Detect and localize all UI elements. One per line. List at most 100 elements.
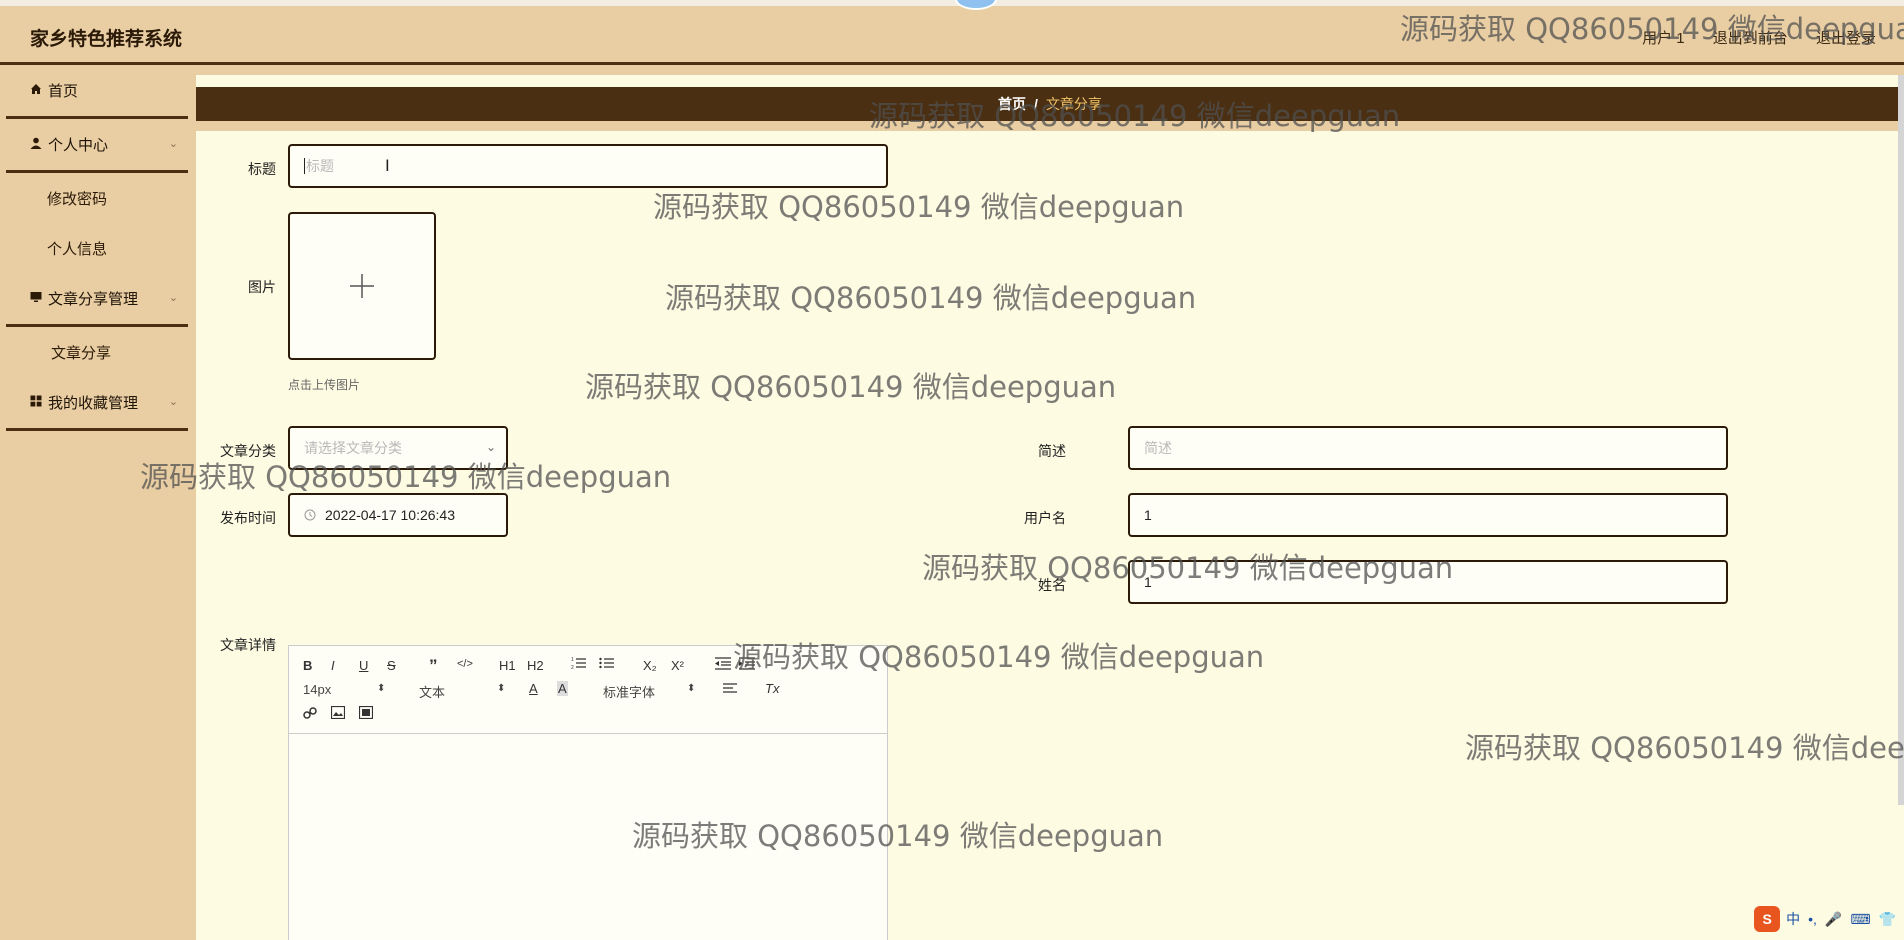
monitor-icon <box>30 291 48 306</box>
chevron-down-icon: ⌄ <box>168 396 178 408</box>
breadcrumb-home[interactable]: 首页 <box>998 94 1026 114</box>
font-size-value: 14px <box>303 682 332 697</box>
strike-button[interactable]: S <box>387 658 396 673</box>
category-placeholder: 请选择文章分类 <box>304 440 402 456</box>
updown-arrow-icon: ⬍ <box>497 683 506 694</box>
h2-button[interactable]: H2 <box>527 658 544 673</box>
align-icon[interactable] <box>723 682 739 698</box>
username-input[interactable]: 1 <box>1128 493 1728 537</box>
category-label: 文章分类 <box>220 443 276 459</box>
ime-mode: 中 <box>1786 911 1801 927</box>
svg-text:2: 2 <box>571 665 574 670</box>
publish-time-label: 发布时间 <box>220 510 276 526</box>
sidebar-item-change-password[interactable]: 修改密码 <box>0 173 196 223</box>
keyboard-icon: ⌨ <box>1850 910 1871 927</box>
sidebar-item-personal-info[interactable]: 个人信息 <box>0 223 196 273</box>
title-placeholder: 标题 <box>306 158 334 174</box>
sidebar-item-label: 我的收藏管理 <box>48 395 139 412</box>
bold-button[interactable]: B <box>303 658 312 673</box>
font-color-button[interactable]: A <box>529 681 538 696</box>
subscript-button[interactable]: X₂ <box>643 658 657 673</box>
title-label: 标题 <box>248 161 276 177</box>
font-family-select[interactable]: 标准字体 ⬍ <box>603 682 695 701</box>
code-button[interactable]: </> <box>457 658 473 670</box>
user-icon <box>30 137 48 152</box>
page-scrollbar[interactable] <box>1898 75 1904 805</box>
text-cursor <box>304 158 305 174</box>
name-input[interactable]: 1 <box>1128 560 1728 604</box>
superscript-button[interactable]: X² <box>671 658 684 673</box>
app-title: 家乡特色推荐系统 <box>30 29 183 50</box>
block-type-value: 文本 <box>419 685 446 700</box>
title-input[interactable]: 标题 Ⅰ <box>288 144 888 188</box>
mic-icon: 🎤 <box>1824 910 1843 927</box>
rich-text-editor[interactable]: B I U S ” </> H1 H2 12 X₂ X² 14px ⬍ 文本 ⬍… <box>288 645 888 940</box>
breadcrumb-separator: / <box>1034 96 1038 112</box>
username-label: 用户名 <box>1024 510 1066 526</box>
chevron-down-icon: ⌄ <box>485 440 496 454</box>
video-icon[interactable] <box>358 705 374 722</box>
block-type-select[interactable]: 文本 ⬍ <box>419 682 505 701</box>
sidebar-item-label: 个人中心 <box>48 137 109 154</box>
italic-button[interactable]: I <box>331 658 335 673</box>
summary-placeholder: 简述 <box>1144 440 1172 456</box>
sidebar-item-favorites-mgmt[interactable]: 我的收藏管理 ⌄ <box>6 377 188 431</box>
bg-color-button[interactable]: A <box>557 681 568 696</box>
image-icon[interactable] <box>330 705 346 722</box>
clock-icon <box>304 509 316 521</box>
summary-label: 简述 <box>1038 443 1066 459</box>
category-select[interactable]: 请选择文章分类 ⌄ <box>288 426 508 470</box>
h1-button[interactable]: H1 <box>499 658 516 673</box>
detail-label: 文章详情 <box>220 637 276 653</box>
ime-punct: •, <box>1808 911 1817 927</box>
sidebar: 首页 个人中心 ⌄ 修改密码 个人信息 文章分享管理 ⌄ 文章分享 我的收藏管理… <box>0 65 196 940</box>
quote-button[interactable]: ” <box>429 656 438 676</box>
header-top-strip <box>0 0 1904 6</box>
chevron-down-icon: ⌄ <box>168 138 178 150</box>
back-to-front-link[interactable]: 退出到前台 <box>1713 30 1788 47</box>
link-icon[interactable] <box>303 706 317 723</box>
ordered-list-icon[interactable]: 12 <box>571 656 587 673</box>
sidebar-item-label: 文章分享管理 <box>48 291 139 308</box>
grid-icon <box>30 395 48 410</box>
indent-icon[interactable] <box>739 656 755 673</box>
image-upload-box[interactable] <box>288 212 436 360</box>
user-label: 用户 1 <box>1642 30 1685 47</box>
plus-icon <box>350 274 374 298</box>
summary-input[interactable]: 简述 <box>1128 426 1728 470</box>
bullet-list-icon[interactable] <box>599 656 615 673</box>
breadcrumb-underline <box>196 121 1904 131</box>
name-label: 姓名 <box>1038 577 1066 593</box>
main-content: 首页 / 文章分享 标题 标题 Ⅰ 图片 点击上传图片 文章分类 请选择文章分类… <box>196 75 1904 940</box>
top-knob <box>955 0 997 10</box>
publish-time-value: 2022-04-17 10:26:43 <box>325 507 455 523</box>
image-label: 图片 <box>248 279 276 295</box>
sidebar-item-article-share[interactable]: 文章分享 <box>0 327 196 377</box>
shirt-icon: 👕 <box>1878 910 1896 927</box>
ibeam-cursor-icon: Ⅰ <box>385 158 390 175</box>
sidebar-item-personal-center[interactable]: 个人中心 ⌄ <box>6 119 188 173</box>
svg-text:1: 1 <box>571 657 574 663</box>
name-value: 1 <box>1144 574 1152 590</box>
font-family-value: 标准字体 <box>603 685 656 700</box>
logout-link[interactable]: 退出登录 <box>1816 30 1876 47</box>
sidebar-item-home[interactable]: 首页 <box>6 65 188 119</box>
clear-format-button[interactable]: Tx <box>765 681 779 696</box>
sidebar-item-label: 首页 <box>48 83 79 100</box>
upload-hint: 点击上传图片 <box>288 378 361 392</box>
underline-button[interactable]: U <box>359 658 368 673</box>
updown-arrow-icon: ⬍ <box>687 683 696 694</box>
editor-toolbar: B I U S ” </> H1 H2 12 X₂ X² 14px ⬍ 文本 ⬍… <box>289 646 887 734</box>
username-value: 1 <box>1144 507 1152 523</box>
ime-logo-icon: S <box>1754 906 1781 932</box>
breadcrumb: 首页 / 文章分享 <box>196 87 1904 121</box>
sidebar-item-article-mgmt[interactable]: 文章分享管理 ⌄ <box>6 273 188 327</box>
publish-time-picker[interactable]: 2022-04-17 10:26:43 <box>288 493 508 537</box>
updown-arrow-icon: ⬍ <box>377 683 386 694</box>
breadcrumb-current: 文章分享 <box>1045 96 1102 112</box>
header-links: 用户 1 退出到前台 退出登录 <box>1618 27 1876 48</box>
home-icon <box>30 83 48 98</box>
font-size-select[interactable]: 14px ⬍ <box>303 682 385 697</box>
ime-toolbar[interactable]: S 中 •, 🎤 ⌨ 👕 <box>1754 906 1904 932</box>
outdent-icon[interactable] <box>715 656 731 673</box>
